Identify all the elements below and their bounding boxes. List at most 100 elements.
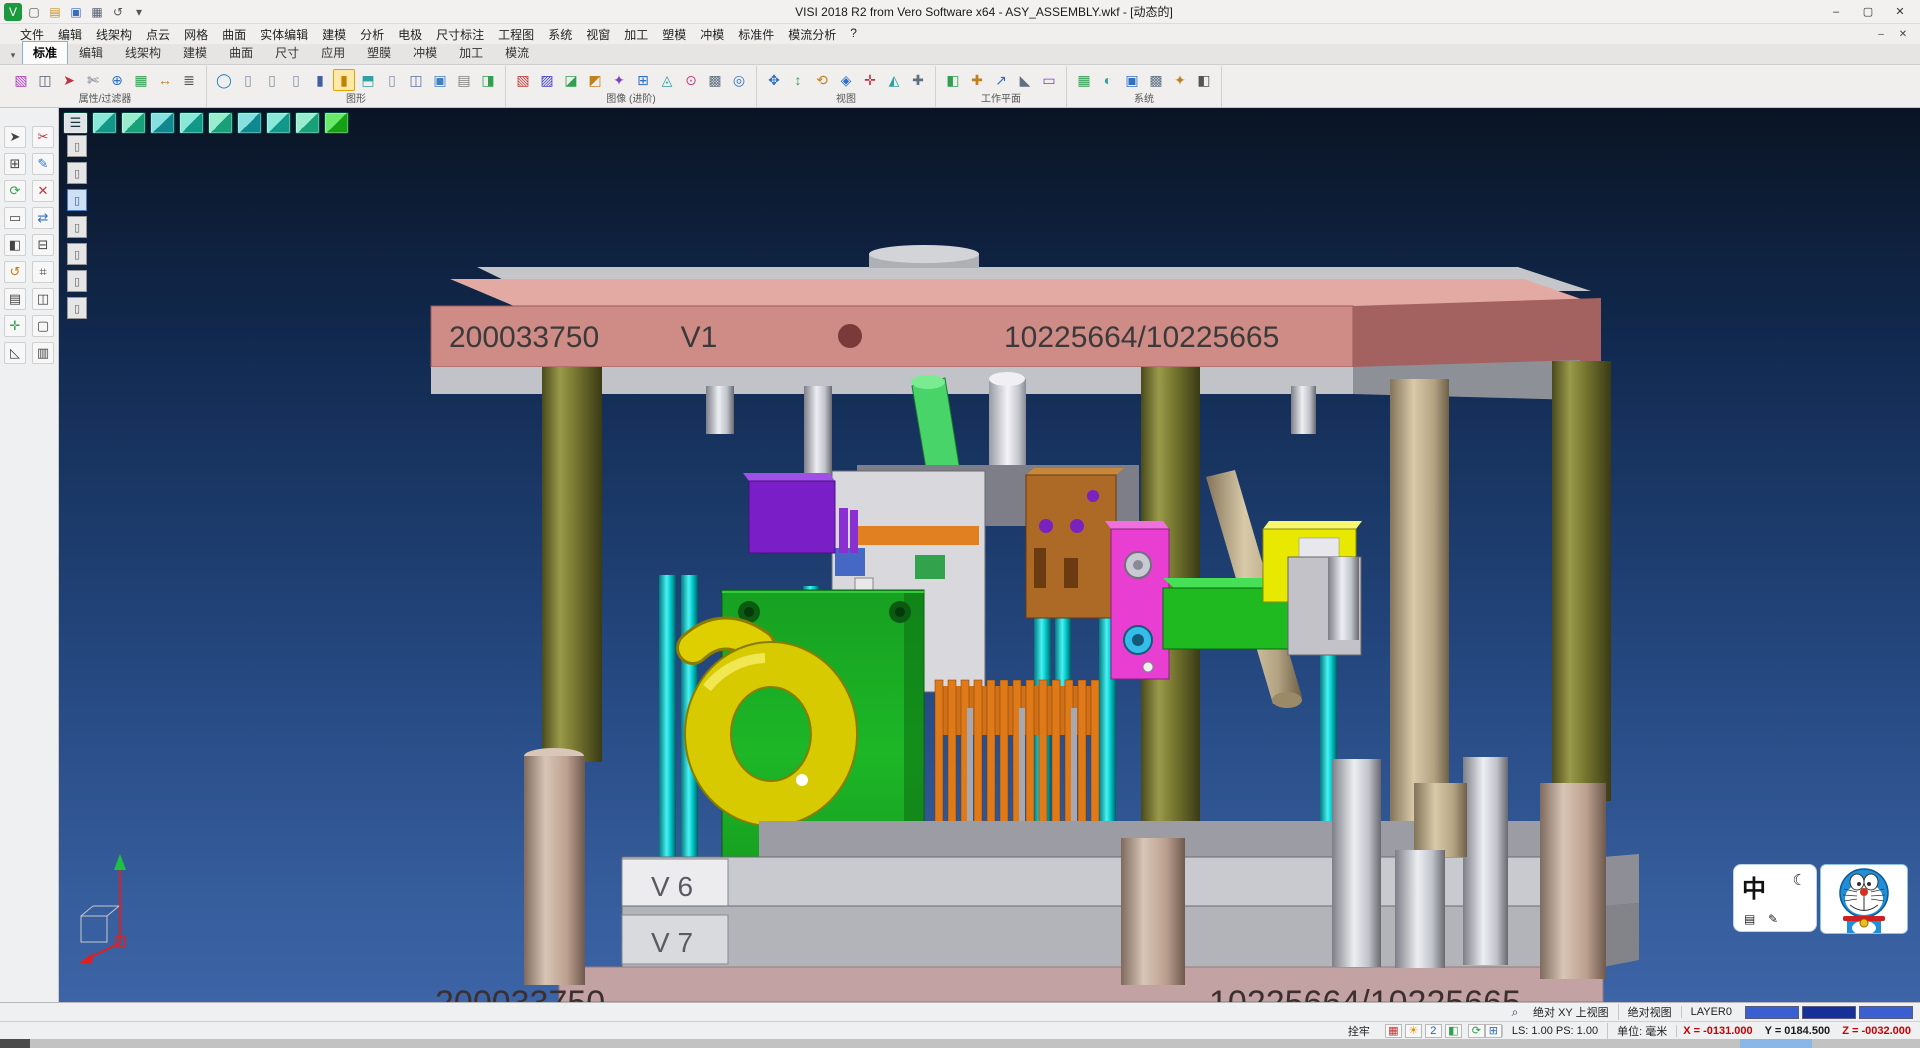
tab-apply[interactable]: 应用 xyxy=(310,41,356,64)
clipboard-view-4[interactable]: ▯ xyxy=(67,216,87,238)
half-shade-icon[interactable]: ⬒ xyxy=(357,69,379,91)
rotate-view-icon[interactable]: ⟲ xyxy=(811,69,833,91)
view-mode-label[interactable]: 绝对 XY 上视图 xyxy=(1524,1004,1618,1020)
snap-grid-icon[interactable]: ⊞ xyxy=(4,153,26,175)
fit-view-icon[interactable]: ✚ xyxy=(907,69,929,91)
menu-item-standard-parts[interactable]: 标准件 xyxy=(731,24,781,45)
plane-corner-icon[interactable]: ◣ xyxy=(1014,69,1036,91)
image-tri-icon[interactable]: ◬ xyxy=(656,69,678,91)
view-list-icon[interactable]: ☰ xyxy=(63,112,88,134)
viewport-3d[interactable]: 200033750 V1 10225664/10225665 xyxy=(59,108,1920,1002)
image-wire-icon[interactable]: ▨ xyxy=(536,69,558,91)
tab-die[interactable]: 冲模 xyxy=(402,41,448,64)
zoom-extents-icon[interactable]: ↕ xyxy=(787,69,809,91)
menu-item-window[interactable]: 视窗 xyxy=(579,24,617,45)
refresh-icon[interactable]: ⟳ xyxy=(1468,1024,1485,1038)
image-corner-icon[interactable]: ◩ xyxy=(584,69,606,91)
save-icon[interactable]: ▣ xyxy=(67,3,85,21)
visi-logo[interactable]: V xyxy=(4,3,22,21)
ime-keyboard-icon[interactable]: ▤ xyxy=(1744,912,1755,926)
center-view-icon[interactable]: ✛ xyxy=(859,69,881,91)
close-button[interactable]: ✕ xyxy=(1884,2,1916,22)
cube-left-view-icon[interactable] xyxy=(208,112,233,134)
mini-cube-icon[interactable]: ◧ xyxy=(1445,1024,1462,1038)
image-shade-icon[interactable]: ▧ xyxy=(512,69,534,91)
edge-display-icon[interactable]: ▯ xyxy=(381,69,403,91)
cube-axon-view-icon[interactable] xyxy=(295,112,320,134)
circle-display-icon[interactable]: ◯ xyxy=(213,69,235,91)
tabbar-dropdown-icon[interactable]: ▾ xyxy=(4,47,22,64)
viewport-3d-scene[interactable]: 200033750 V1 10225664/10225665 xyxy=(59,108,1920,1002)
selection-filter-icon[interactable]: ▦ xyxy=(1385,1024,1402,1038)
add-filter-icon[interactable]: ⊕ xyxy=(106,69,128,91)
lock-toggle[interactable]: 拴牢 xyxy=(1339,1023,1379,1039)
system-globe-icon[interactable]: ◐ xyxy=(1097,69,1119,91)
frame-icon[interactable]: ▢ xyxy=(32,315,54,337)
print-icon[interactable]: ▦ xyxy=(88,3,106,21)
trim-icon[interactable]: ✂ xyxy=(32,126,54,148)
filter-list-icon[interactable]: ≣ xyxy=(178,69,200,91)
hash-grid-icon[interactable]: ⌗ xyxy=(32,261,54,283)
remove-icon[interactable]: ⊟ xyxy=(32,234,54,256)
mdi-minimize-button[interactable]: – xyxy=(1870,26,1892,42)
align-workplane-icon[interactable]: ↗ xyxy=(990,69,1012,91)
rectangle-icon[interactable]: ▭ xyxy=(4,207,26,229)
note-icon[interactable]: ▥ xyxy=(32,342,54,364)
system-spark-icon[interactable]: ✦ xyxy=(1169,69,1191,91)
clipboard-view-7[interactable]: ▯ xyxy=(67,297,87,319)
layer-filter-icon[interactable]: ▦ xyxy=(130,69,152,91)
render-icon[interactable]: ▣ xyxy=(429,69,451,91)
minimize-button[interactable]: – xyxy=(1820,2,1852,22)
cut-icon[interactable]: ✄ xyxy=(82,69,104,91)
measure-icon[interactable]: ◺ xyxy=(4,342,26,364)
qat-dropdown-icon[interactable]: ▾ xyxy=(130,3,148,21)
new-workplane-icon[interactable]: ✚ xyxy=(966,69,988,91)
selection-arrow-icon[interactable]: ➤ xyxy=(58,69,80,91)
cube-iso-view-icon[interactable] xyxy=(92,112,117,134)
menu-item-mould[interactable]: 塑模 xyxy=(655,24,693,45)
cube-shaded-view-icon[interactable] xyxy=(324,112,349,134)
layer-color-swatch-1[interactable] xyxy=(1745,1006,1799,1019)
image-ring-icon[interactable]: ◎ xyxy=(728,69,750,91)
cube-right-view-icon[interactable] xyxy=(237,112,262,134)
plane-rect-icon[interactable]: ▭ xyxy=(1038,69,1060,91)
undo-view-icon[interactable]: ↺ xyxy=(4,261,26,283)
image-grid-icon[interactable]: ⊞ xyxy=(632,69,654,91)
tab-modeling[interactable]: 建模 xyxy=(172,41,218,64)
clipboard-view-1[interactable]: ▯ xyxy=(67,135,87,157)
units-indicator[interactable]: 单位: 毫米 xyxy=(1607,1023,1676,1039)
search-icon[interactable]: ⌕ xyxy=(1506,1005,1524,1020)
half-shade-icon[interactable]: ◧ xyxy=(4,234,26,256)
swap-filter-icon[interactable]: ↔ xyxy=(154,69,176,91)
copy-attr-icon[interactable]: ◫ xyxy=(34,69,56,91)
help-2-icon[interactable]: 2 xyxy=(1425,1024,1442,1038)
ime-language-indicator[interactable]: 中 xyxy=(1742,869,1766,904)
rotate-icon[interactable]: ⟳ xyxy=(4,180,26,202)
dual-view-icon[interactable]: ◫ xyxy=(405,69,427,91)
cube-top-view-icon[interactable] xyxy=(121,112,146,134)
split-view-icon[interactable]: ◫ xyxy=(32,288,54,310)
system-half-icon[interactable]: ◧ xyxy=(1193,69,1215,91)
brightness-icon[interactable]: ☀ xyxy=(1405,1024,1422,1038)
tab-edit[interactable]: 编辑 xyxy=(68,41,114,64)
cube-back-view-icon[interactable] xyxy=(179,112,204,134)
menu-item-help[interactable]: ? xyxy=(843,24,864,45)
clipboard-view-6[interactable]: ▯ xyxy=(67,270,87,292)
clipboard-view-2[interactable]: ▯ xyxy=(67,162,87,184)
grid-toggle-icon[interactable]: ⊞ xyxy=(1485,1024,1502,1038)
menu-item-machining[interactable]: 加工 xyxy=(617,24,655,45)
texture-icon[interactable]: ▤ xyxy=(453,69,475,91)
tab-flow[interactable]: 模流 xyxy=(494,41,540,64)
ime-toolbox-icon[interactable]: ✎ xyxy=(1768,912,1778,926)
attribute-icon[interactable]: ▧ xyxy=(10,69,32,91)
hidden-line-icon[interactable]: ▯ xyxy=(261,69,283,91)
absolute-view-label[interactable]: 绝对视图 xyxy=(1618,1004,1681,1020)
system-monitor-icon[interactable]: ▣ xyxy=(1121,69,1143,91)
image-hatch-icon[interactable]: ▩ xyxy=(704,69,726,91)
workplane-icon[interactable]: ◧ xyxy=(942,69,964,91)
cube-front-view-icon[interactable] xyxy=(150,112,175,134)
mdi-close-button[interactable]: ✕ xyxy=(1892,26,1914,42)
open-file-icon[interactable]: ▤ xyxy=(46,3,64,21)
solid-display-icon[interactable]: ▮ xyxy=(309,69,331,91)
tab-dimension[interactable]: 尺寸 xyxy=(264,41,310,64)
